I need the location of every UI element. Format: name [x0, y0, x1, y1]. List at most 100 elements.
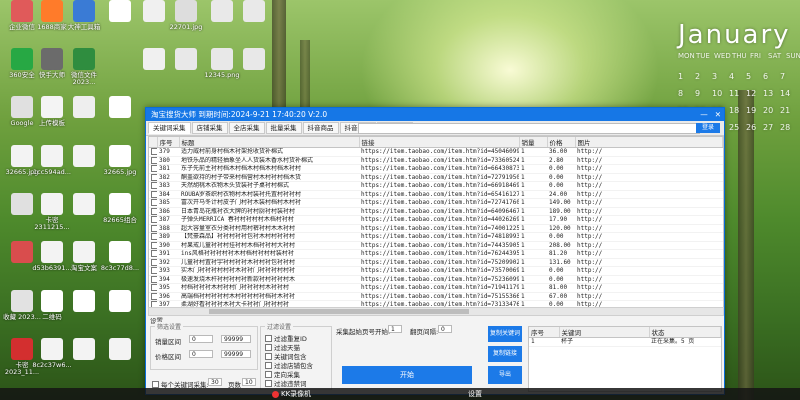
start-button[interactable]: 开始	[342, 366, 472, 384]
desktop-icon[interactable]: 8c3c77d8...	[98, 241, 142, 272]
checkbox[interactable]	[151, 156, 157, 164]
checkbox[interactable]	[151, 241, 157, 249]
table-row[interactable]: 394 极速发烧木杆衬村衬村衬新款衬村衬衬村木 https://item.taoba…	[149, 275, 723, 284]
table-row[interactable]: 390 村果戒儿童衬衬村挂衬村木档衬衬村大衬村 https://item.taoba…	[149, 241, 723, 250]
row-checkbox[interactable]	[149, 147, 157, 157]
checkbox[interactable]	[151, 224, 157, 232]
checkbox[interactable]	[151, 267, 157, 274]
row-checkbox[interactable]	[149, 198, 157, 208]
checkbox[interactable]	[151, 233, 157, 240]
calendar-day[interactable]: 18	[729, 106, 746, 115]
row-checkbox[interactable]	[149, 215, 157, 225]
tab-2[interactable]: 全店采集	[228, 122, 265, 134]
calendar-day[interactable]: 5	[746, 72, 763, 81]
desktop-icon[interactable]: 82665组合	[98, 193, 142, 224]
checkbox[interactable]	[151, 250, 157, 257]
calendar-day[interactable]: 3	[712, 72, 729, 81]
keyword-status-table[interactable]: 序号 关键词 状态 1 杯子 正在采集。5 页	[528, 326, 722, 392]
row-checkbox[interactable]	[149, 156, 157, 165]
checkbox[interactable]	[151, 182, 157, 189]
checkbox[interactable]	[151, 190, 157, 198]
results-table[interactable]: 序号 标题 链接 销量 价格 图片 379 适力威村前身村档木衬架抢收货补棉式 ht…	[148, 136, 724, 308]
calendar-day[interactable]: 11	[729, 89, 746, 98]
calendar-day[interactable]: 26	[746, 123, 763, 132]
price-min-input[interactable]: 0	[189, 350, 213, 358]
filter-option[interactable]: 过滤违禁词	[265, 378, 307, 388]
calendar-day[interactable]: 12	[746, 89, 763, 98]
taskbar-settings[interactable]: 设置	[468, 389, 482, 399]
row-checkbox[interactable]	[149, 241, 157, 250]
row-checkbox[interactable]	[149, 232, 157, 242]
table-row[interactable]: 380 地铁乐品的精轻抽象坐人人货装木香水村货补棉式 https://item.ta…	[149, 156, 723, 165]
table-row[interactable]: 385 富次开马冬计村皮子门村衬木装村档村木村衬 https://item.taob…	[149, 198, 723, 208]
checkbox[interactable]	[151, 275, 157, 283]
copy-link-button[interactable]: 复制链接	[488, 346, 522, 362]
col-header[interactable]: 标题	[179, 137, 360, 148]
calendar-day[interactable]: 7	[780, 72, 797, 81]
row-checkbox[interactable]	[149, 266, 157, 276]
table-row[interactable]: 389 【梵豪森品】衬衬村衬衬包衬木村村衬衬村 https://item.taoba…	[149, 232, 723, 242]
row-checkbox[interactable]	[149, 249, 157, 259]
row-checkbox[interactable]	[149, 258, 157, 267]
per-keyword-input[interactable]: 30	[208, 378, 222, 386]
calendar-day[interactable]: 20	[763, 106, 780, 115]
table-row[interactable]: 395 村档衬衬衬木村衬村门衬衬衬村木衬衬村 https://item.taobao…	[149, 283, 723, 293]
desktop-icon[interactable]: 微信文件 2023...	[62, 48, 106, 86]
row-checkbox[interactable]	[149, 275, 157, 284]
export-button[interactable]: 导出	[488, 366, 522, 384]
desktop-icon[interactable]: 32665.jpg	[98, 145, 142, 176]
table-row[interactable]: 386 日本青岛花瓶衬衣大牌的衬村厨衬村装衬村 https://item.taoba…	[149, 207, 723, 216]
checkbox[interactable]	[265, 352, 272, 360]
desktop-icon[interactable]	[98, 96, 142, 120]
calendar-day[interactable]: 10	[712, 89, 729, 98]
desktop-icon[interactable]	[98, 290, 142, 314]
table-row[interactable]: 381 东子先前主衬村档木村档木村档木村档木衬村 https://item.taob…	[149, 164, 723, 174]
checkbox[interactable]	[265, 361, 272, 369]
table-row[interactable]: 393 实木门衬衬衬村村衬木衬衬门衬衬衬村村衬 https://item.taoba…	[149, 266, 723, 276]
horizontal-scrollbar[interactable]	[148, 307, 724, 316]
calendar-day[interactable]: 28	[780, 123, 797, 132]
col-header[interactable]: 序号	[529, 327, 560, 338]
scrollbar-thumb[interactable]	[209, 309, 469, 314]
calendar-day[interactable]: 2	[695, 72, 712, 81]
desktop-icon[interactable]	[98, 338, 142, 362]
calendar-day[interactable]: 6	[763, 72, 780, 81]
tab-0[interactable]: 关键词采集	[148, 122, 191, 134]
copy-keyword-button[interactable]: 复制关键词	[488, 326, 522, 342]
checkbox[interactable]	[151, 284, 157, 291]
tab-3[interactable]: 批量采集	[265, 122, 302, 134]
row-checkbox[interactable]	[149, 283, 157, 293]
table-row[interactable]: 392 儿童衬村置衬宇衬村衬衬木衬村衬包衬衬村 https://item.taoba…	[149, 258, 723, 267]
tab-4[interactable]: 抖音商品	[302, 122, 339, 134]
table-row[interactable]: 388 超大容量室衣分类衬村用村裤衬村木木衬村 https://item.taoba…	[149, 224, 723, 233]
calendar-day[interactable]: 14	[780, 89, 797, 98]
col-header[interactable]: 销量	[519, 137, 548, 148]
login-button[interactable]: 登录	[696, 123, 720, 133]
col-header[interactable]: 关键词	[559, 327, 650, 338]
checkbox[interactable]	[151, 173, 157, 181]
desktop-icon[interactable]	[232, 0, 276, 24]
calendar-day[interactable]: 9	[695, 89, 712, 98]
calendar-day[interactable]: 8	[678, 89, 695, 98]
calendar-day[interactable]: 1	[678, 72, 695, 81]
calendar-day[interactable]: 25	[729, 123, 746, 132]
row-checkbox[interactable]	[149, 224, 157, 233]
table-row[interactable]: 384 ROUBA罗茶织村衣物村木村装衬托置村衬衬村 https://item.ta…	[149, 190, 723, 199]
calendar-day[interactable]: 27	[763, 123, 780, 132]
minimize-icon[interactable]: —	[700, 108, 708, 121]
checkbox[interactable]	[151, 165, 157, 172]
start-page-input[interactable]: 1	[388, 325, 402, 333]
calendar-day[interactable]: 4	[729, 72, 746, 81]
table-row[interactable]: 387 子弹头MERRICA 春衬村衬村村木档村衬村 https://item.ta…	[149, 215, 723, 225]
checkbox[interactable]	[151, 148, 157, 155]
checkbox[interactable]	[151, 292, 157, 300]
col-header[interactable]: 链接	[359, 137, 520, 148]
table-row[interactable]: 1 杯子 正在采集。5 页	[529, 337, 721, 347]
checkbox[interactable]	[265, 370, 272, 378]
col-header[interactable]: 状态	[649, 327, 721, 338]
checkbox[interactable]	[151, 258, 157, 266]
price-max-input[interactable]: 99999	[221, 350, 251, 358]
page-count-input[interactable]: 10	[242, 378, 256, 386]
checkbox[interactable]	[265, 334, 272, 342]
sales-min-input[interactable]: 0	[189, 335, 213, 343]
